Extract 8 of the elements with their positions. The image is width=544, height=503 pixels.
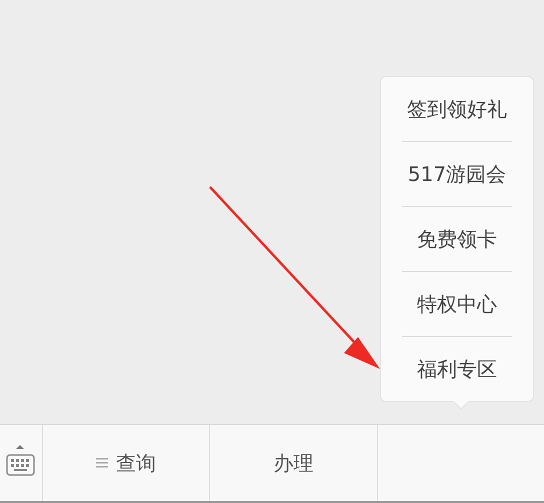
menu-item[interactable]: 签到领好礼 [407,77,507,141]
menu-icon [96,458,108,468]
menu-item[interactable]: 特权中心 [417,272,497,336]
menu-item[interactable]: 免费领卡 [417,207,497,271]
menu-tab[interactable]: 查询 [43,425,210,501]
menu-item[interactable]: 517游园会 [408,142,506,206]
menu-item[interactable]: 福利专区 [417,337,497,401]
menu-tab[interactable]: 办理 [210,425,378,501]
